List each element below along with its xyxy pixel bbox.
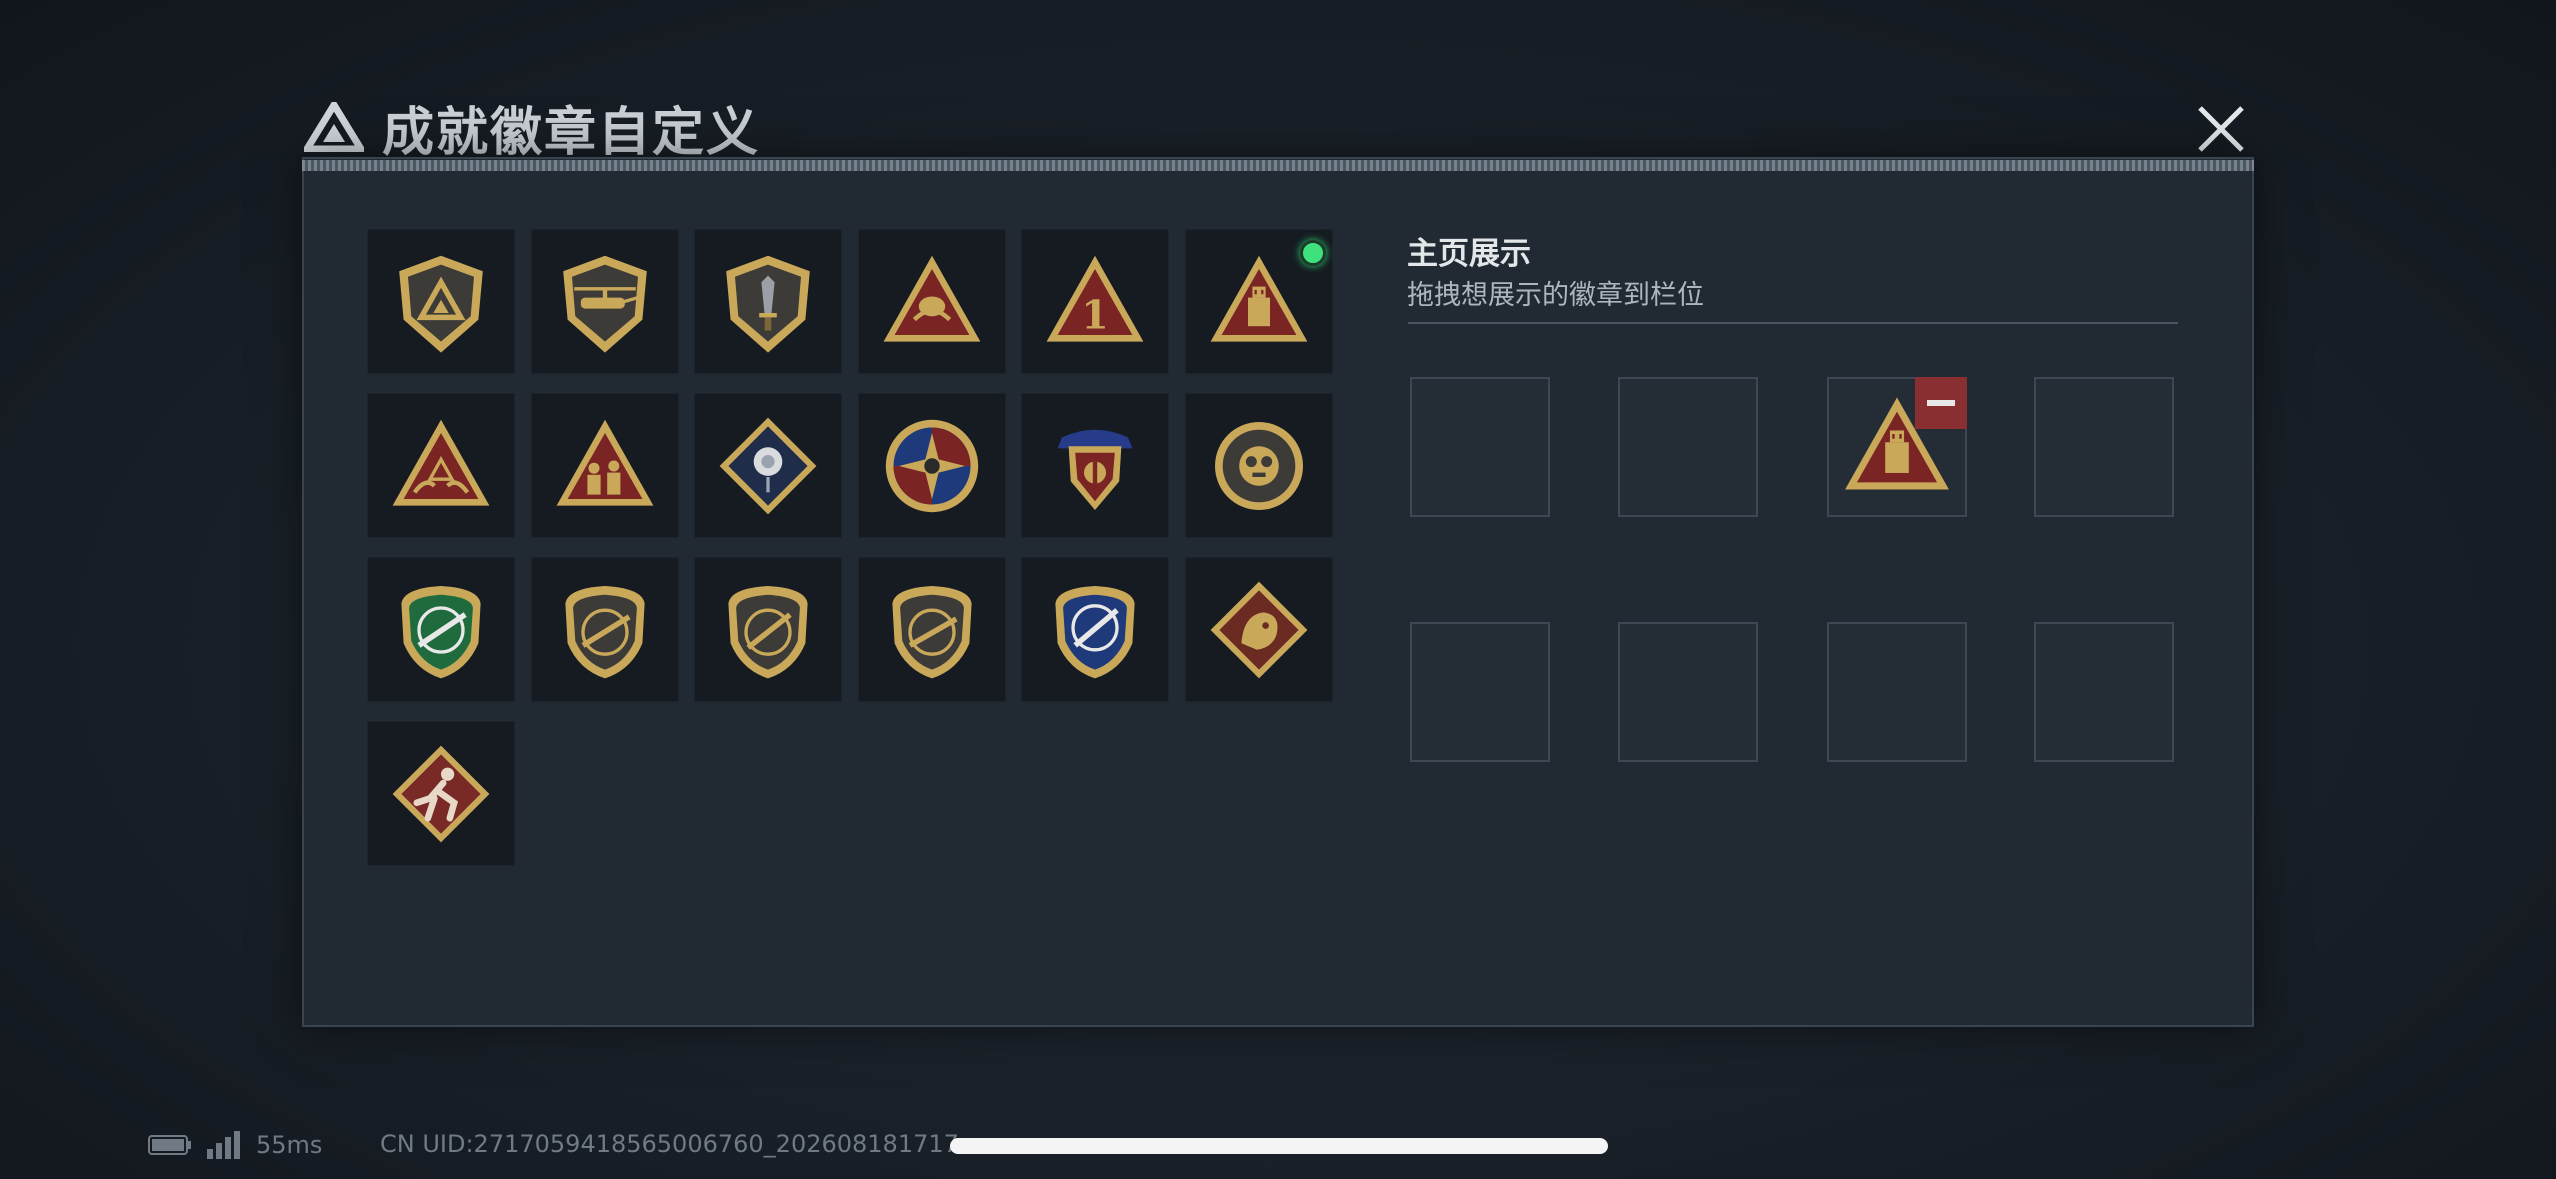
showcase-slot[interactable]: [2034, 622, 2174, 762]
badge-cell[interactable]: [1184, 229, 1333, 374]
close-icon[interactable]: [2190, 98, 2252, 160]
badge-cell[interactable]: [530, 229, 679, 374]
home-indicator[interactable]: [950, 1138, 1608, 1154]
battery-icon: [148, 1135, 191, 1155]
title-text: 成就徽章自定义: [382, 102, 761, 163]
shield-logo-badge: [399, 255, 483, 353]
triangle-number-one-badge: 1: [1046, 255, 1144, 342]
showcase-slot[interactable]: [1618, 377, 1758, 517]
triangle-wave-badge: [883, 255, 980, 342]
showcase-title: 主页展示: [1407, 236, 1531, 272]
signal-icon: [207, 1131, 240, 1159]
triangle-usb-badge: [1210, 255, 1307, 342]
showcase-slot[interactable]: [1618, 622, 1758, 762]
dragon-diamond-badge: [1210, 581, 1307, 678]
delta-logo-icon: [304, 102, 364, 152]
remove-badge-button[interactable]: [1915, 377, 1967, 429]
runner-diamond-badge: [392, 745, 490, 842]
badge-cell[interactable]: [367, 721, 515, 866]
showcase-divider: [1408, 322, 2178, 324]
showcase-slot[interactable]: [1827, 377, 1967, 517]
badge-cell[interactable]: [857, 393, 1006, 538]
badge-cell[interactable]: [367, 393, 515, 538]
showcase-slot[interactable]: [2034, 377, 2174, 517]
badge-cell[interactable]: [694, 557, 842, 702]
knife-shield-badge: [726, 255, 810, 353]
minus-icon: [1927, 400, 1955, 406]
rifle-shield-badge-3: [891, 585, 972, 678]
badge-cell[interactable]: [694, 393, 842, 538]
badge-cell[interactable]: [694, 229, 842, 374]
dialog-title: 成就徽章自定义: [304, 92, 761, 163]
helicopter-shield-badge: [562, 255, 647, 353]
active-indicator: [1299, 240, 1326, 266]
status-bar: 55ms: [148, 1130, 322, 1160]
crest-shield-stars-badge: [1057, 429, 1133, 510]
close-button[interactable]: [2190, 98, 2252, 160]
badge-cell[interactable]: [1021, 393, 1169, 538]
badge-cell[interactable]: [1184, 557, 1333, 702]
showcase-slot[interactable]: [1827, 622, 1967, 762]
showcase-slot[interactable]: [1410, 622, 1550, 762]
rifle-shield-badge-2: [728, 585, 808, 678]
badge-cell[interactable]: 1: [1021, 229, 1169, 374]
compass-star-medal-badge: [885, 419, 978, 512]
green-rifle-crest-badge: [401, 585, 481, 678]
rifle-shield-badge: [564, 585, 645, 678]
diamond-rose-badge: [719, 417, 817, 514]
badge-cell[interactable]: [530, 557, 679, 702]
badge-cell[interactable]: [857, 229, 1006, 374]
badge-cell[interactable]: [1184, 393, 1333, 538]
triangle-hands-badge: [392, 419, 490, 506]
triangle-squad-badge: [556, 419, 653, 506]
badge-cell[interactable]: [530, 393, 679, 538]
round-mask-medal-badge: [1214, 421, 1303, 510]
badge-cell[interactable]: [367, 557, 515, 702]
ping-text: 55ms: [256, 1131, 323, 1159]
svg-text:1: 1: [1081, 292, 1109, 338]
showcase-subtitle: 拖拽想展示的徽章到栏位: [1407, 280, 1704, 311]
badge-cell[interactable]: [1021, 557, 1169, 702]
badge-cell[interactable]: [857, 557, 1006, 702]
title-strip: [302, 160, 2254, 171]
showcase-slot[interactable]: [1410, 377, 1550, 517]
badge-cell[interactable]: [367, 229, 515, 374]
uid-text: CN UID:2717059418565006760_202608181717: [380, 1130, 959, 1158]
blue-knife-crest-badge: [1055, 585, 1135, 678]
